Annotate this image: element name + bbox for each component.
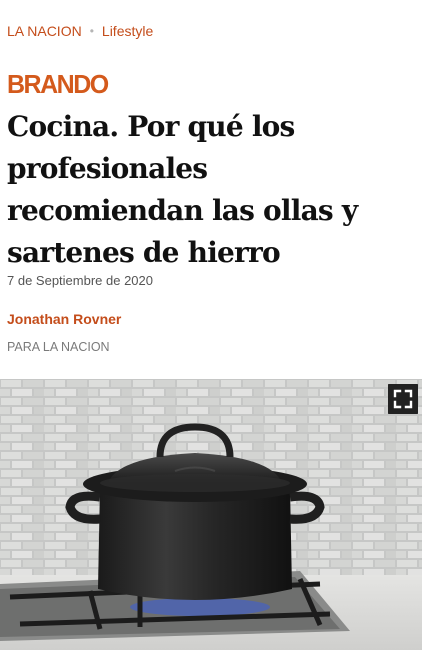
breadcrumb-site-link[interactable]: LA NACION — [7, 23, 82, 39]
hero-image[interactable] — [0, 379, 422, 650]
article-title: Cocina. Por qué los profesionales recomi… — [7, 110, 358, 269]
breadcrumb-section-link[interactable]: Lifestyle — [102, 23, 153, 39]
article-date: 7 de Septiembre de 2020 — [7, 273, 153, 288]
breadcrumb: LA NACION • Lifestyle — [7, 23, 153, 39]
breadcrumb-separator: • — [89, 24, 94, 38]
author-link[interactable]: Jonathan Rovner — [7, 311, 121, 327]
fullscreen-icon[interactable] — [388, 384, 418, 414]
article-source: PARA LA NACION — [7, 340, 110, 354]
brand-logo[interactable]: BRANDO — [7, 70, 109, 100]
